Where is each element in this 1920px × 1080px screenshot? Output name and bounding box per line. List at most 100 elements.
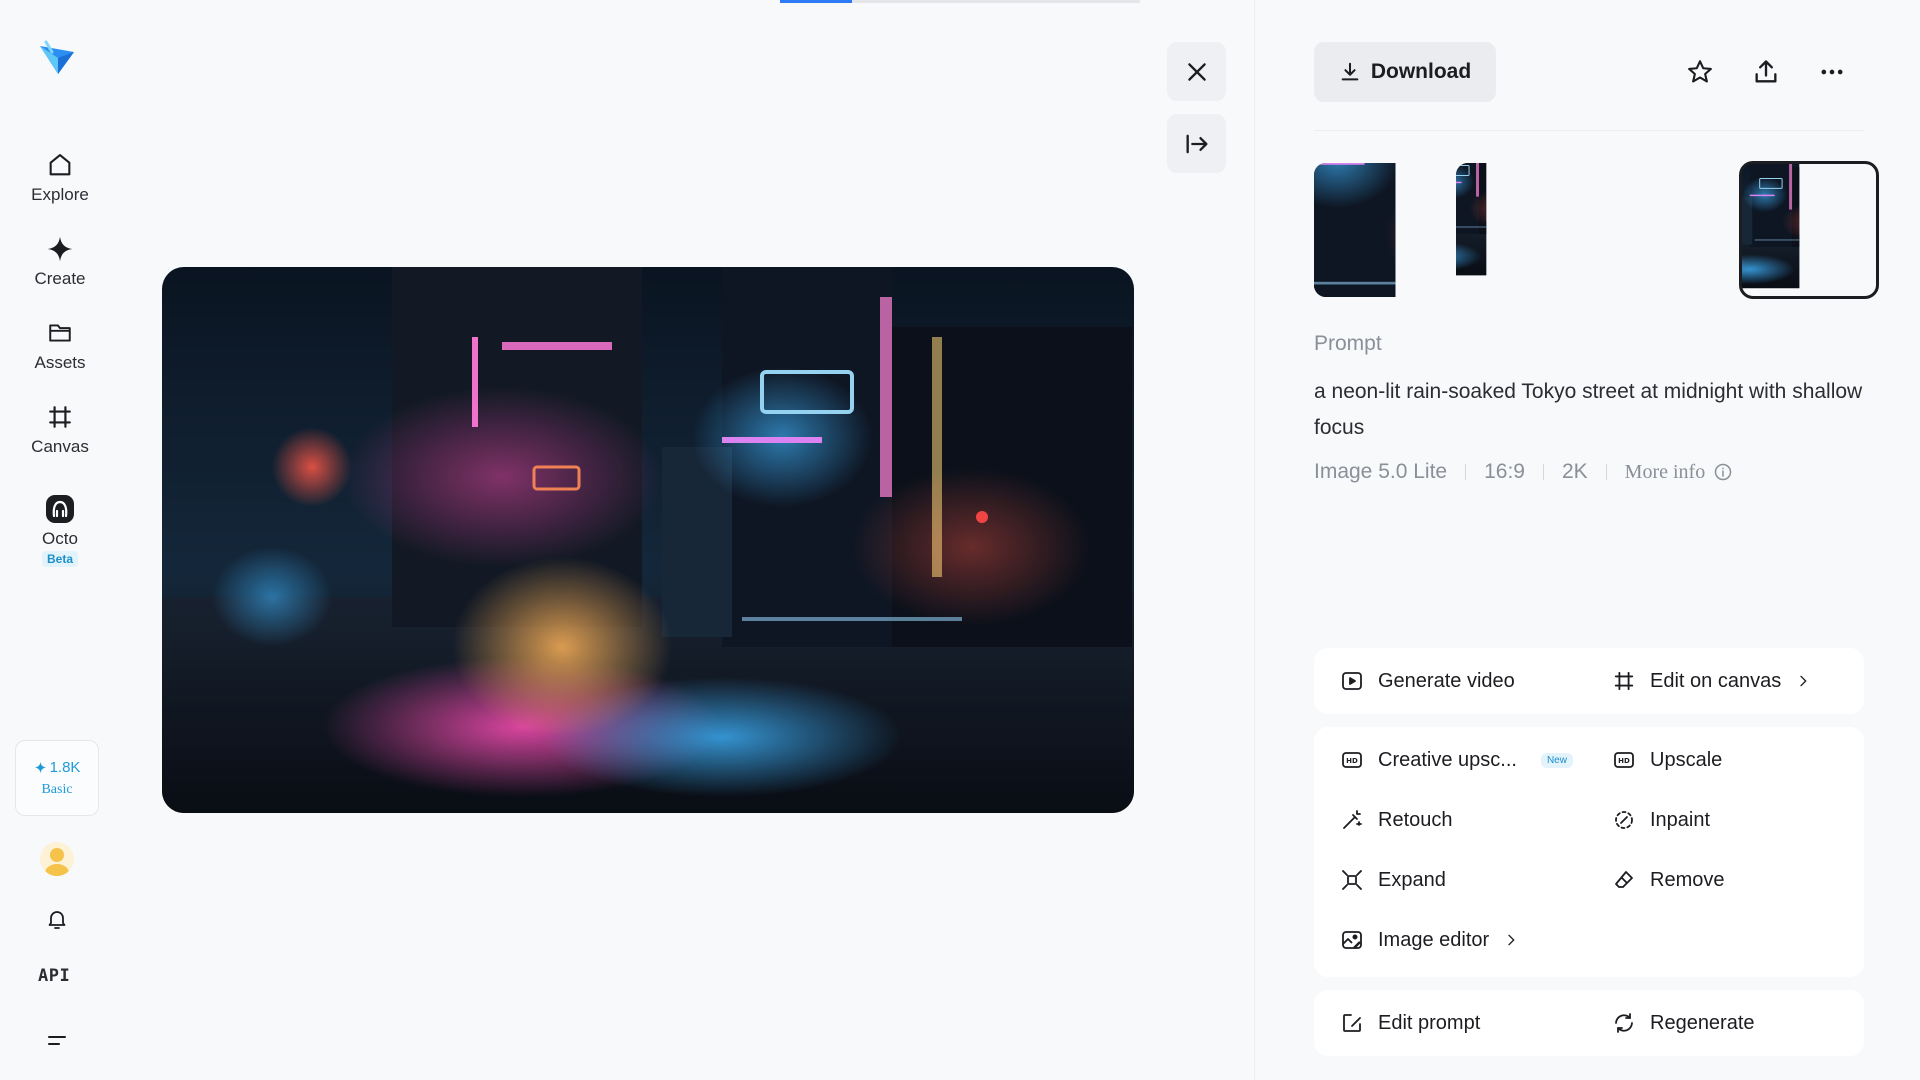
collapse-panel-button[interactable] bbox=[1167, 114, 1226, 173]
canvas-icon bbox=[45, 402, 75, 432]
favorite-button[interactable] bbox=[1684, 56, 1716, 88]
share-button[interactable] bbox=[1750, 56, 1782, 88]
thumbnail-selected[interactable] bbox=[1739, 161, 1879, 299]
arrow-right-bar-icon bbox=[1183, 130, 1211, 158]
thumbnail[interactable] bbox=[1598, 163, 1734, 297]
model-name: Image 5.0 Lite bbox=[1314, 460, 1448, 483]
generate-video-button[interactable]: Generate video bbox=[1340, 669, 1515, 693]
action-label: Generate video bbox=[1378, 669, 1515, 692]
info-icon bbox=[1713, 462, 1733, 482]
action-label: Inpaint bbox=[1650, 808, 1711, 831]
beta-badge: Beta bbox=[41, 551, 78, 567]
sidebar-item-label: Canvas bbox=[31, 437, 89, 456]
regenerate-button[interactable]: Regenerate bbox=[1612, 1011, 1755, 1035]
star-icon bbox=[1686, 58, 1714, 86]
panel-divider bbox=[1254, 0, 1255, 1080]
action-label: Edit prompt bbox=[1378, 1011, 1481, 1034]
octo-icon bbox=[45, 494, 75, 524]
home-icon bbox=[45, 150, 75, 180]
svg-text:HD: HD bbox=[1618, 757, 1630, 765]
edit-prompt-button[interactable]: Edit prompt bbox=[1340, 1011, 1480, 1035]
api-link[interactable]: API bbox=[38, 966, 70, 986]
action-label: Regenerate bbox=[1650, 1011, 1755, 1034]
download-icon bbox=[1339, 61, 1361, 83]
sidebar-item-label: Explore bbox=[31, 185, 89, 204]
thumbnail[interactable] bbox=[1314, 163, 1450, 297]
folder-icon bbox=[45, 318, 75, 348]
edit-on-canvas-button[interactable]: Edit on canvas bbox=[1612, 669, 1811, 693]
top-progress-bar bbox=[780, 0, 1140, 3]
aspect-ratio: 16:9 bbox=[1484, 460, 1525, 483]
action-label: Expand bbox=[1378, 868, 1446, 891]
sidebar: Explore Create Assets Canvas Octo Beta 1… bbox=[0, 0, 120, 1080]
action-label: Retouch bbox=[1378, 808, 1453, 831]
image-meta: Image 5.0 Lite 16:9 2K More info bbox=[1314, 460, 1733, 484]
remove-button[interactable]: Remove bbox=[1612, 868, 1724, 892]
action-label: Image editor bbox=[1378, 928, 1490, 951]
magic-wand-icon bbox=[1340, 808, 1364, 832]
download-button[interactable]: Download bbox=[1314, 42, 1496, 102]
sidebar-item-octo[interactable]: Octo Beta bbox=[10, 494, 110, 567]
sparkle-icon bbox=[45, 234, 75, 264]
upscale-button[interactable]: HD Upscale bbox=[1612, 748, 1722, 772]
creative-upscale-button[interactable]: HD Creative upsc... New bbox=[1340, 748, 1573, 772]
credits-widget[interactable]: 1.8K Basic bbox=[15, 740, 99, 816]
new-badge: New bbox=[1540, 752, 1573, 768]
inpaint-button[interactable]: Inpaint bbox=[1612, 808, 1710, 832]
action-label: Upscale bbox=[1650, 748, 1723, 771]
edit-icon bbox=[1340, 1011, 1364, 1035]
inpaint-icon bbox=[1612, 808, 1636, 832]
credits-amount-text: 1.8K bbox=[49, 758, 81, 776]
image-editor-button[interactable]: Image editor bbox=[1340, 928, 1519, 952]
more-horizontal-icon bbox=[1818, 58, 1846, 86]
refresh-icon bbox=[1612, 1011, 1636, 1035]
avatar[interactable] bbox=[40, 842, 74, 876]
prompt-heading: Prompt bbox=[1314, 332, 1382, 355]
sidebar-item-explore[interactable]: Explore bbox=[10, 150, 110, 205]
edit-tools-card: HD Creative upsc... New HD Upscale Retou… bbox=[1314, 727, 1864, 977]
more-info-link[interactable]: More info bbox=[1625, 461, 1734, 484]
more-info-label: More info bbox=[1624, 460, 1706, 483]
main-image-preview[interactable] bbox=[162, 267, 1134, 813]
hdr-icon: HD bbox=[1340, 748, 1364, 772]
prompt-text: a neon-lit rain-soaked Tokyo street at m… bbox=[1314, 380, 1863, 439]
retouch-button[interactable]: Retouch bbox=[1340, 808, 1453, 832]
sidebar-item-assets[interactable]: Assets bbox=[10, 318, 110, 373]
video-play-icon bbox=[1340, 669, 1364, 693]
bell-icon[interactable] bbox=[42, 904, 72, 934]
share-icon bbox=[1752, 58, 1780, 86]
meta-separator bbox=[1605, 464, 1607, 480]
prompt-actions-card: Edit prompt Regenerate bbox=[1314, 990, 1864, 1056]
credit-sparkle-icon bbox=[34, 761, 46, 773]
sidebar-item-create[interactable]: Create bbox=[10, 234, 110, 289]
chevron-right-icon bbox=[1503, 932, 1519, 948]
top-progress-fill bbox=[780, 0, 852, 3]
header-divider bbox=[1314, 130, 1864, 131]
hd-icon: HD bbox=[1612, 748, 1636, 772]
meta-separator bbox=[1542, 464, 1544, 480]
video-canvas-card: Generate video Edit on canvas bbox=[1314, 648, 1864, 714]
sidebar-item-canvas[interactable]: Canvas bbox=[10, 402, 110, 457]
sidebar-item-label: Assets bbox=[34, 353, 86, 372]
menu-icon[interactable] bbox=[42, 1026, 72, 1056]
app-logo-icon[interactable] bbox=[36, 38, 78, 80]
svg-text:HD: HD bbox=[1346, 757, 1358, 765]
action-label: Edit on canvas bbox=[1650, 669, 1782, 692]
image-edit-icon bbox=[1340, 928, 1364, 952]
credits-amount: 1.8K bbox=[34, 758, 81, 776]
thumbnail[interactable] bbox=[1456, 163, 1592, 297]
close-icon bbox=[1184, 59, 1210, 85]
resolution: 2K bbox=[1561, 460, 1588, 483]
action-label: Remove bbox=[1650, 868, 1725, 891]
plan-label: Basic bbox=[41, 781, 73, 797]
expand-button[interactable]: Expand bbox=[1340, 868, 1446, 892]
action-label: Creative upsc... bbox=[1378, 748, 1517, 771]
download-label: Download bbox=[1370, 60, 1472, 83]
more-options-button[interactable] bbox=[1816, 56, 1848, 88]
sidebar-item-label: Octo bbox=[42, 529, 78, 548]
eraser-icon bbox=[1612, 868, 1636, 892]
close-button[interactable] bbox=[1167, 42, 1226, 101]
chevron-right-icon bbox=[1795, 673, 1811, 689]
canvas-icon bbox=[1612, 669, 1636, 693]
expand-icon bbox=[1340, 868, 1364, 892]
